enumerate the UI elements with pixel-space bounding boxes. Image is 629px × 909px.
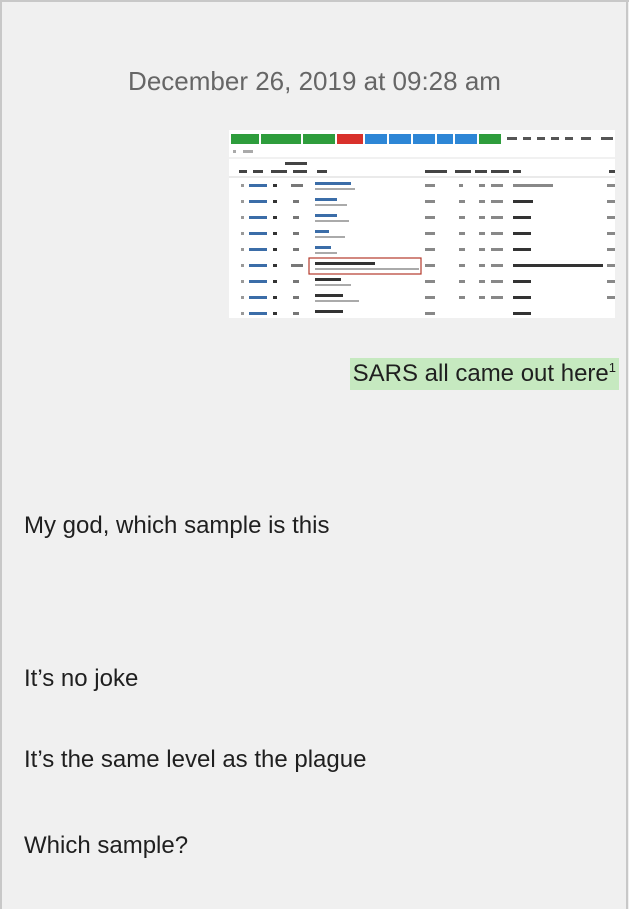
message: It’s the same level as the plague [24,746,367,773]
timestamp: December 26, 2019 at 09:28 am [128,66,501,96]
image-caption: SARS all came out here1 [349,358,619,390]
caption-text: SARS all came out here [352,360,609,387]
footnote-marker[interactable]: 1 [609,360,616,375]
message: Which sample? [24,832,189,859]
message: It’s no joke [24,665,139,692]
message: My god, which sample is this [24,512,330,539]
spreadsheet-thumbnail [229,130,615,318]
scrollbar-edge [626,0,628,909]
spreadsheet-screenshot-image[interactable] [229,130,615,318]
